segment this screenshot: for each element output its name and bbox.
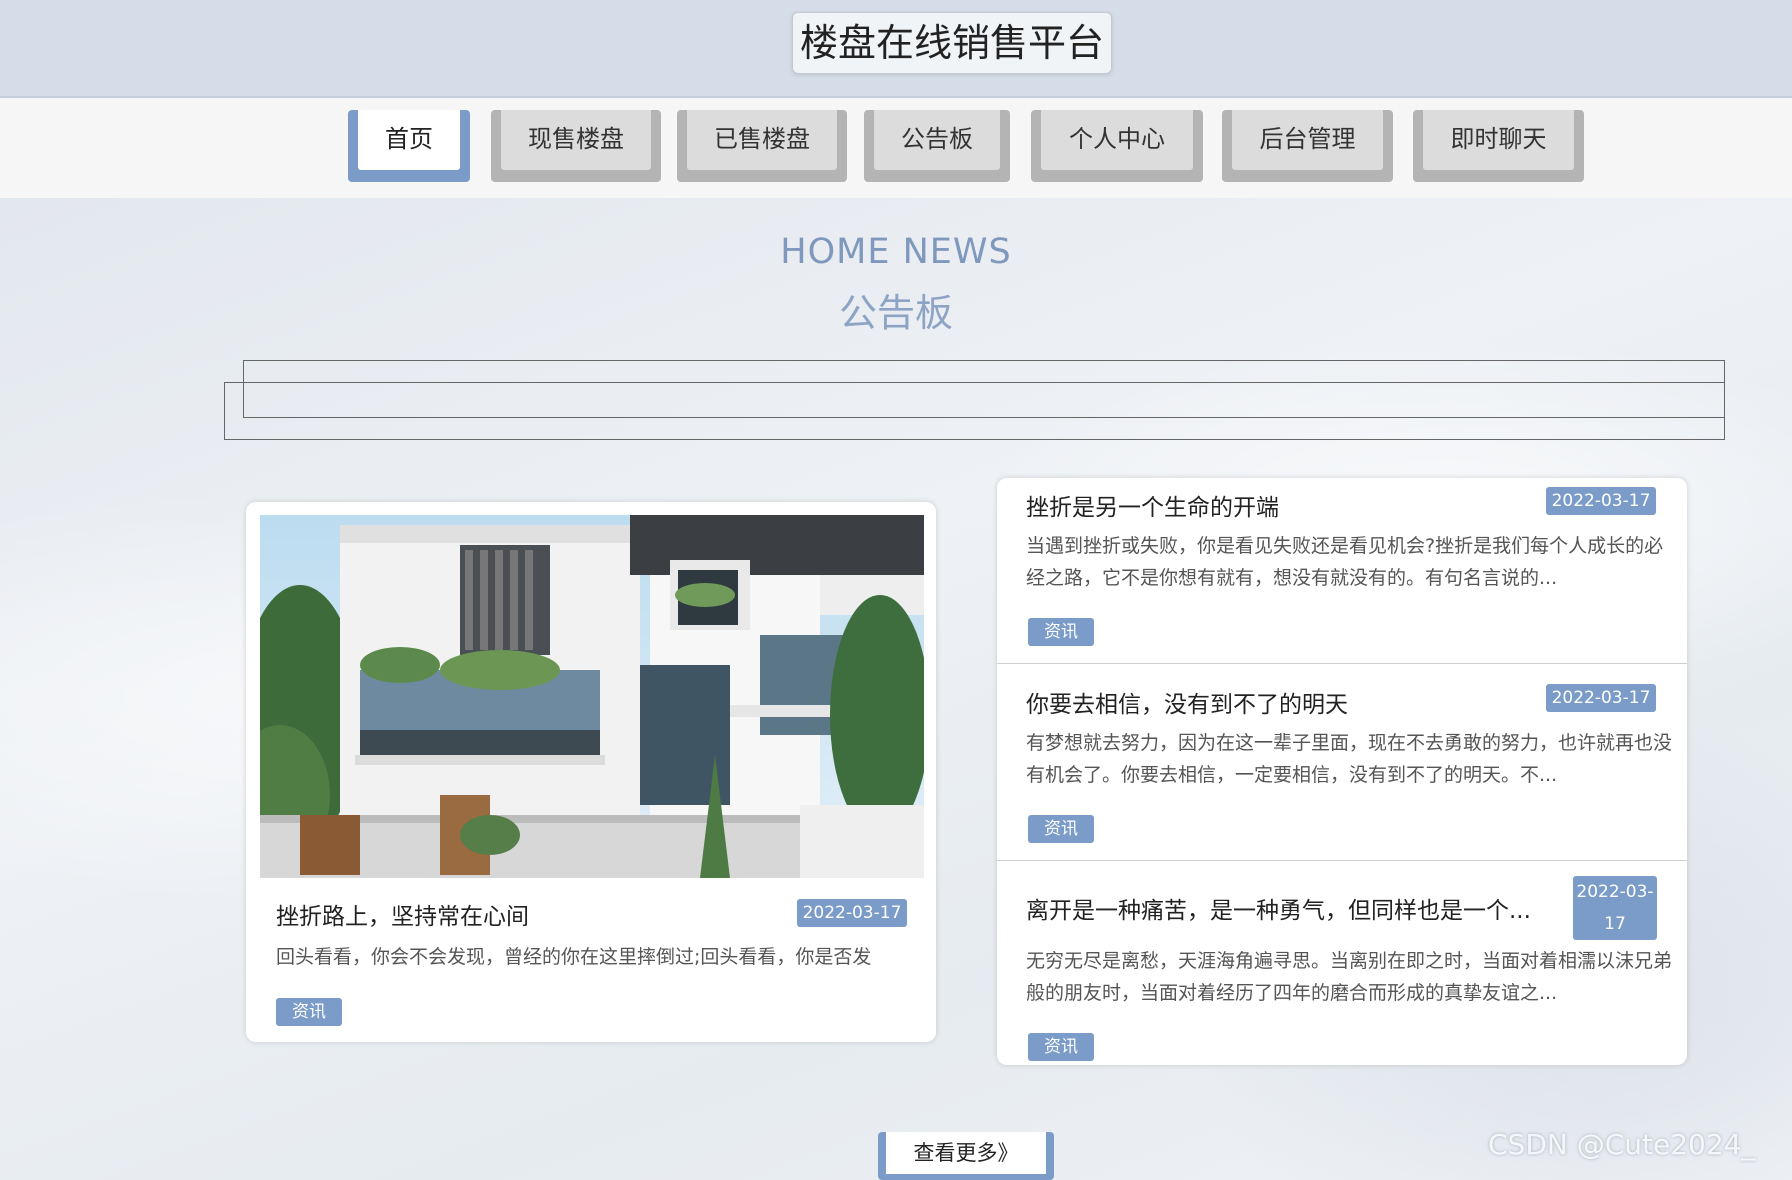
news-item-date: 2022-03-17 xyxy=(1546,684,1656,712)
news-item-title[interactable]: 你要去相信，没有到不了的明天 xyxy=(1026,685,1526,719)
watermark: CSDN @Cute2024_ xyxy=(1488,1128,1756,1161)
site-title: 楼盘在线销售平台 xyxy=(792,12,1112,74)
news-item-summary: 有梦想就去努力，因为在这一辈子里面，现在不去勇敢的努力，也许就再也没有机会了。你… xyxy=(1026,732,1673,786)
featured-house-photo[interactable] xyxy=(260,515,924,878)
news-item-title[interactable]: 挫折是另一个生命的开端 xyxy=(1026,488,1526,522)
nav-label: 公告板 xyxy=(874,110,1000,170)
nav-label: 即时聊天 xyxy=(1423,110,1574,170)
nav-home[interactable]: 首页 xyxy=(348,110,470,182)
news-item-date: 2022-03-17 xyxy=(1573,876,1657,940)
section-title-en: HOME NEWS xyxy=(780,232,1012,272)
main-navigation: 首页 现售楼盘 已售楼盘 公告板 个人中心 后台管理 即时聊天 xyxy=(0,98,1792,198)
nav-label: 后台管理 xyxy=(1232,110,1383,170)
news-item-tag[interactable]: 资讯 xyxy=(1028,815,1094,843)
news-item-tag[interactable]: 资讯 xyxy=(1028,618,1094,646)
nav-sold[interactable]: 已售楼盘 xyxy=(677,110,847,182)
news-item-summary: 当遇到挫折或失败，你是看见失败还是看见机会?挫折是我们每个人成长的必经之路，它不… xyxy=(1026,535,1664,589)
featured-news-date: 2022-03-17 xyxy=(797,899,907,927)
news-item-title[interactable]: 离开是一种痛苦，是一种勇气，但同样也是一个... xyxy=(1026,891,1556,925)
news-divider xyxy=(997,860,1687,861)
nav-chat[interactable]: 即时聊天 xyxy=(1413,110,1584,182)
site-header: 楼盘在线销售平台 xyxy=(0,0,1792,98)
news-divider xyxy=(997,663,1687,664)
nav-personal-center[interactable]: 个人中心 xyxy=(1031,110,1203,182)
view-more-button[interactable]: 查看更多》 xyxy=(878,1132,1054,1180)
nav-bulletin[interactable]: 公告板 xyxy=(864,110,1010,182)
section-title-cn: 公告板 xyxy=(838,291,953,335)
news-item-tag[interactable]: 资讯 xyxy=(1028,1033,1094,1061)
nav-label: 首页 xyxy=(358,110,460,170)
news-item-summary: 无穷无尽是离愁，天涯海角遍寻思。当离别在即之时，当面对着相濡以沫兄弟般的朋友时，… xyxy=(1026,950,1673,1004)
featured-news-summary: 回头看看，你会不会发现，曾经的你在这里摔倒过;回头看看，你是否发 xyxy=(276,946,872,968)
news-item-date: 2022-03-17 xyxy=(1546,487,1656,515)
featured-news-tag[interactable]: 资讯 xyxy=(276,998,342,1026)
decorative-frame-bottom xyxy=(224,382,1725,440)
nav-label: 已售楼盘 xyxy=(687,110,837,170)
nav-label: 个人中心 xyxy=(1041,110,1193,170)
nav-admin[interactable]: 后台管理 xyxy=(1222,110,1393,182)
nav-on-sale[interactable]: 现售楼盘 xyxy=(491,110,661,182)
nav-label: 现售楼盘 xyxy=(501,110,651,170)
view-more-label: 查看更多》 xyxy=(886,1132,1046,1174)
featured-news-title[interactable]: 挫折路上，坚持常在心间 xyxy=(276,897,776,931)
